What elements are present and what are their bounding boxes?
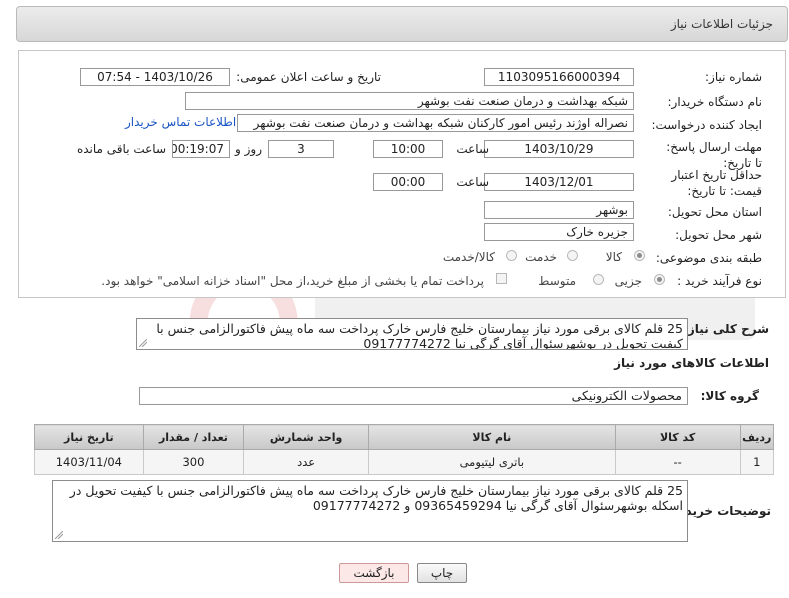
cell-unit: عدد bbox=[243, 449, 370, 475]
creator-field: نصراله اوژند رئیس امور کارکنان شبکه بهدا… bbox=[237, 114, 634, 132]
col-code: کد کالا bbox=[614, 424, 741, 450]
cell-date: 1403/11/04 bbox=[34, 449, 144, 475]
col-name: نام کالا bbox=[368, 424, 616, 450]
category-radio-goods[interactable] bbox=[634, 250, 645, 261]
category-option-goods: کالا bbox=[605, 250, 622, 264]
process-label: نوع فرآیند خرید : bbox=[677, 274, 762, 288]
goods-section-title: اطلاعات کالاهای مورد نیاز bbox=[614, 356, 769, 370]
cell-qty: 300 bbox=[142, 449, 245, 475]
announce-field: 1403/10/26 - 07:54 bbox=[80, 68, 230, 86]
process-radio-medium[interactable] bbox=[593, 274, 604, 285]
province-label: استان محل تحویل: bbox=[667, 205, 762, 219]
goods-table: ردیف کد کالا نام کالا واحد شمارش تعداد /… bbox=[34, 424, 775, 475]
col-row: ردیف bbox=[739, 424, 775, 450]
goods-group-field: محصولات الکترونیکی bbox=[139, 387, 688, 405]
resize-grip-icon[interactable] bbox=[55, 531, 63, 539]
city-field: جزیره خارک bbox=[484, 223, 634, 241]
print-button[interactable]: چاپ bbox=[417, 563, 467, 583]
resize-grip-icon[interactable] bbox=[139, 339, 147, 347]
deadline-date-field: 1403/10/29 bbox=[484, 140, 634, 158]
deadline-time-label: ساعت bbox=[456, 142, 489, 156]
deadline-time-field: 10:00 bbox=[373, 140, 443, 158]
cell-code: -- bbox=[614, 449, 741, 475]
buyer-org-field: شبکه بهداشت و درمان صنعت نفت بوشهر bbox=[185, 92, 634, 110]
category-radio-service[interactable] bbox=[567, 250, 578, 261]
category-option-goods-service: کالا/خدمت bbox=[442, 250, 495, 264]
validity-label: حداقل تاریخ اعتبار قیمت: تا تاریخ: bbox=[671, 168, 762, 198]
goods-table-header: ردیف کد کالا نام کالا واحد شمارش تعداد /… bbox=[34, 424, 775, 450]
category-radio-goods-service[interactable] bbox=[506, 250, 517, 261]
treasury-checkbox[interactable] bbox=[496, 273, 507, 284]
validity-time-field: 00:00 bbox=[373, 173, 443, 191]
process-option-medium: متوسط bbox=[538, 274, 576, 288]
description-textarea[interactable]: 25 قلم کالای برقی مورد نیاز بیمارستان خل… bbox=[136, 318, 688, 350]
back-button[interactable]: بازگشت bbox=[339, 563, 409, 583]
page-header: جزئیات اطلاعات نیاز bbox=[16, 6, 788, 42]
cell-name: باتری لیتیومی bbox=[368, 449, 616, 475]
creator-label: ایجاد کننده درخواست: bbox=[651, 118, 762, 132]
col-unit: واحد شمارش bbox=[243, 424, 370, 450]
province-field: بوشهر bbox=[484, 201, 634, 219]
validity-time-label: ساعت bbox=[456, 175, 489, 189]
treasury-payment-text: پرداخت تمام یا بخشی از مبلغ خرید،از محل … bbox=[101, 274, 484, 288]
validity-date-field: 1403/12/01 bbox=[484, 173, 634, 191]
need-number-field: 1103095166000394 bbox=[484, 68, 634, 86]
days-field: 3 bbox=[268, 140, 334, 158]
need-number-label: شماره نیاز: bbox=[705, 70, 762, 84]
category-label: طبقه بندی موضوعی: bbox=[655, 251, 762, 265]
category-option-service: خدمت bbox=[525, 250, 557, 264]
cell-row: 1 bbox=[739, 449, 775, 475]
contact-info-link[interactable]: اطلاعات تماس خریدار bbox=[125, 115, 236, 129]
buyer-org-label: نام دستگاه خریدار: bbox=[667, 95, 763, 109]
description-label: شرح کلی نیاز: bbox=[683, 322, 769, 336]
col-date: تاریخ نیاز bbox=[34, 424, 144, 450]
buyer-notes-textarea[interactable]: 25 قلم کالای برقی مورد نیاز بیمارستان خل… bbox=[52, 480, 688, 542]
city-label: شهر محل تحویل: bbox=[675, 228, 762, 242]
process-option-minor: جزیی bbox=[614, 274, 642, 288]
days-label: روز و bbox=[235, 142, 262, 156]
announce-label: تاریخ و ساعت اعلان عمومی: bbox=[236, 70, 381, 84]
col-qty: تعداد / مقدار bbox=[142, 424, 245, 450]
buyer-notes-text: 25 قلم کالای برقی مورد نیاز بیمارستان خل… bbox=[69, 483, 683, 513]
page-title: جزئیات اطلاعات نیاز bbox=[670, 17, 773, 31]
goods-group-label: گروه کالا: bbox=[700, 389, 759, 403]
description-text: 25 قلم کالای برقی مورد نیاز بیمارستان خل… bbox=[156, 321, 683, 350]
table-row: 1 -- باتری لیتیومی عدد 300 1403/11/04 bbox=[34, 449, 775, 475]
remaining-time-field: 00:19:07 bbox=[172, 140, 230, 158]
process-radio-minor[interactable] bbox=[654, 274, 665, 285]
remaining-label: ساعت باقی مانده bbox=[76, 142, 166, 156]
